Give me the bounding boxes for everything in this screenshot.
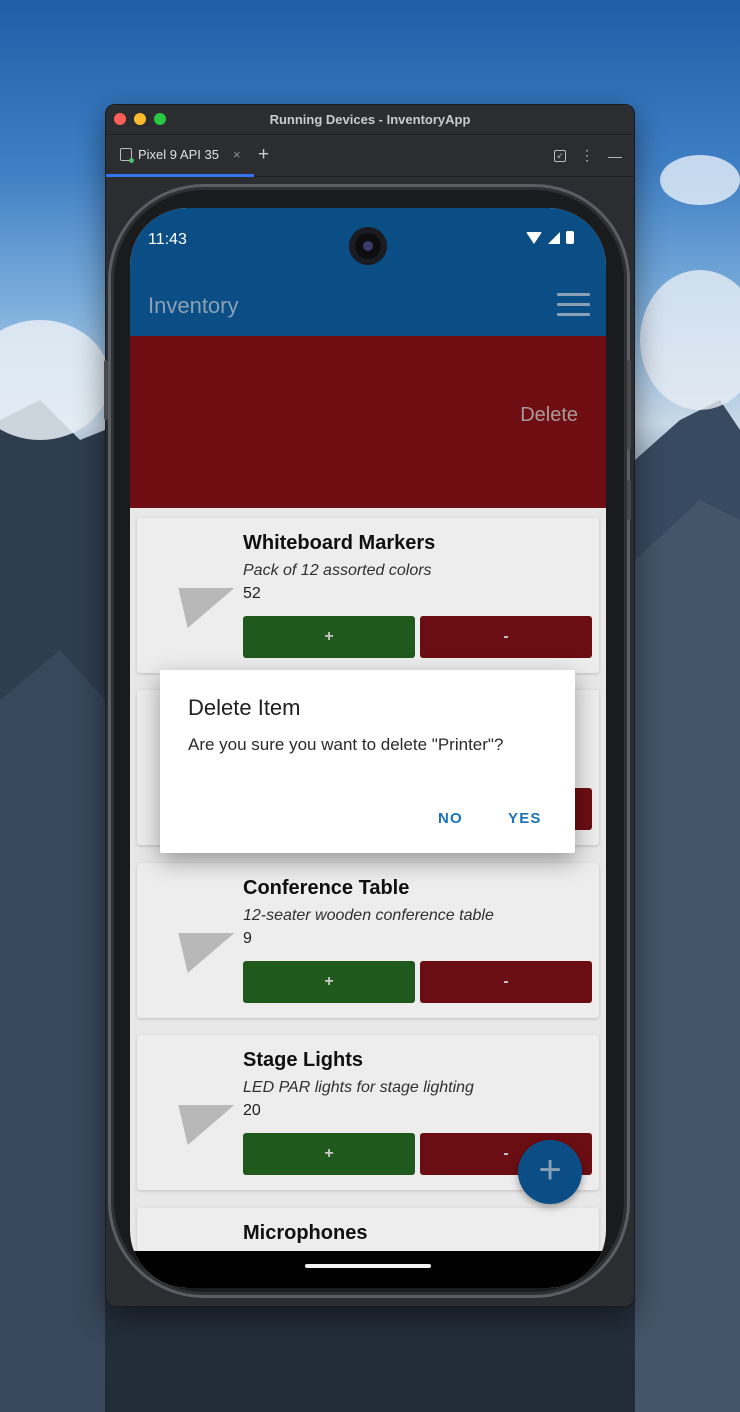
tab-pixel-9[interactable]: Pixel 9 API 35 × (106, 135, 254, 177)
item-quantity: 20 (243, 1102, 261, 1119)
item-title: Stage Lights (243, 1049, 364, 1071)
window-titlebar: Running Devices - InventoryApp (106, 105, 634, 135)
increment-button[interactable]: + (243, 616, 415, 658)
item-quantity: 9 (243, 930, 252, 947)
item-title: Conference Table (243, 877, 410, 899)
wifi-icon (526, 231, 542, 244)
increment-button[interactable]: + (243, 961, 415, 1003)
list-item[interactable]: Conference Table 12-seater wooden confer… (137, 863, 599, 1018)
item-description: Pack of 12 assorted colors (243, 562, 432, 579)
item-description: 12-seater wooden conference table (243, 907, 494, 924)
app-bar: Inventory (130, 274, 606, 336)
camera-cutout (349, 227, 387, 265)
decrement-button[interactable]: - (420, 616, 592, 658)
app-title: Inventory (148, 293, 239, 318)
hamburger-menu-icon[interactable] (557, 293, 590, 317)
restore-layout-icon[interactable]: ↙ (554, 149, 566, 162)
window-title: Running Devices - InventoryApp (269, 112, 471, 127)
home-gesture-handle[interactable] (305, 1264, 431, 1268)
add-item-fab[interactable]: + (518, 1140, 582, 1204)
toolbar-actions: ↙ ⋮ — (554, 147, 622, 164)
item-quantity: 52 (243, 585, 261, 602)
navigation-bar (130, 1251, 606, 1288)
item-image-placeholder-icon (169, 1105, 229, 1145)
no-button[interactable]: NO (438, 810, 463, 827)
status-bar: 11:43 (130, 208, 606, 274)
increment-button[interactable]: + (243, 1133, 415, 1175)
decrement-button[interactable]: - (420, 961, 592, 1003)
volume-button (627, 360, 631, 450)
status-icons (526, 231, 574, 244)
device-icon (120, 148, 134, 163)
tab-label: Pixel 9 API 35 (138, 147, 219, 162)
list-item[interactable]: Whiteboard Markers Pack of 12 assorted c… (137, 518, 599, 673)
more-options-icon[interactable]: ⋮ (580, 147, 594, 164)
yes-button[interactable]: YES (508, 810, 542, 827)
power-button (627, 480, 631, 520)
tab-close-icon[interactable]: × (233, 147, 241, 162)
item-image-placeholder-icon (169, 933, 229, 973)
swipe-delete-background: Delete (130, 336, 606, 508)
device-tabbar: Pixel 9 API 35 × + ↙ ⋮ — (106, 135, 634, 177)
item-image-placeholder-icon (169, 588, 229, 628)
item-title: Whiteboard Markers (243, 532, 436, 554)
battery-icon (566, 231, 574, 244)
dialog-title: Delete Item (188, 695, 301, 720)
item-title: Microphones (243, 1222, 368, 1244)
signal-icon (548, 231, 560, 244)
delete-confirmation-dialog: Delete Item Are you sure you want to del… (160, 670, 575, 853)
hide-panel-icon[interactable]: — (608, 148, 622, 164)
swipe-delete-label: Delete (520, 404, 578, 426)
add-device-icon[interactable]: + (258, 144, 269, 166)
side-button (104, 360, 108, 420)
status-time: 11:43 (148, 231, 187, 248)
dialog-message: Are you sure you want to delete "Printer… (188, 735, 504, 754)
item-description: LED PAR lights for stage lighting (243, 1079, 474, 1096)
